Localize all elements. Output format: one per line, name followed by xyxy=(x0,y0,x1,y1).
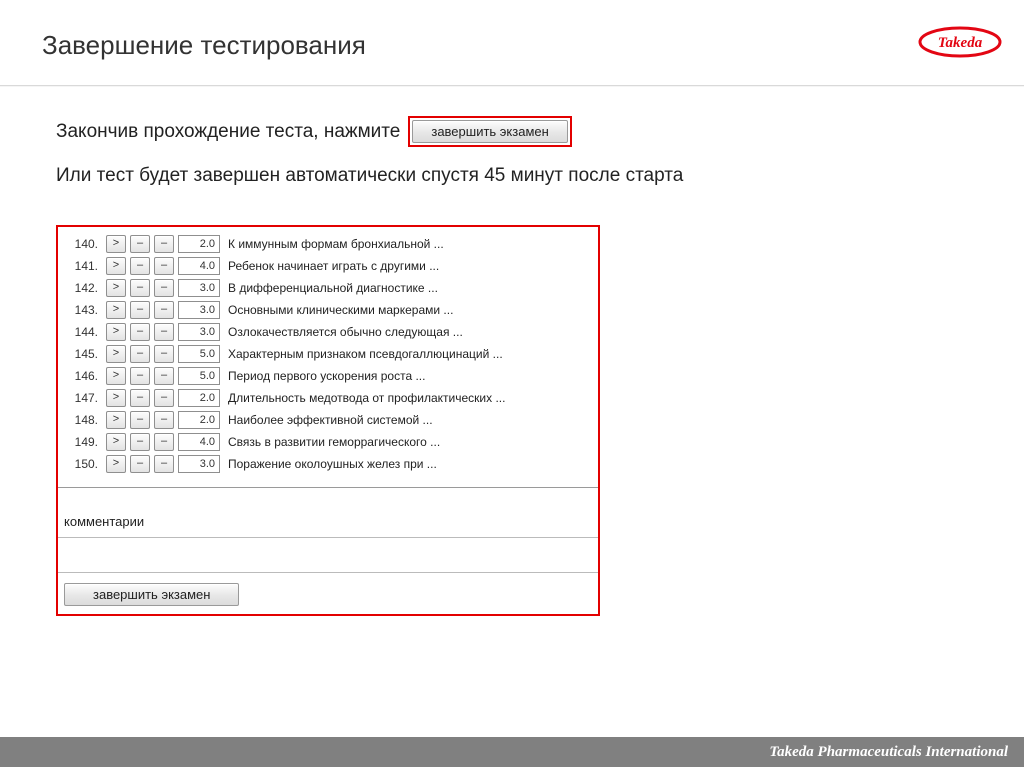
minus-button[interactable]: – xyxy=(154,389,174,407)
minus-button[interactable]: – xyxy=(154,323,174,341)
minus-button[interactable]: – xyxy=(130,323,150,341)
question-text: В дифференциальной диагностике ... xyxy=(224,281,438,295)
chevron-icon[interactable]: > xyxy=(106,257,126,275)
page-title: Завершение тестирования xyxy=(42,30,366,61)
slide-content: Закончив прохождение теста, нажмите заве… xyxy=(0,86,1024,616)
minus-button[interactable]: – xyxy=(130,389,150,407)
minus-button[interactable]: – xyxy=(130,257,150,275)
question-row: 150.>––3.0Поражение околоушных желез при… xyxy=(64,453,592,475)
score-value[interactable]: 3.0 xyxy=(178,301,220,319)
minus-button[interactable]: – xyxy=(130,235,150,253)
minus-button[interactable]: – xyxy=(154,301,174,319)
question-number: 142. xyxy=(64,281,102,295)
chevron-icon[interactable]: > xyxy=(106,455,126,473)
question-text: Поражение околоушных желез при ... xyxy=(224,457,437,471)
intro-line-2: Или тест будет завершен автоматически сп… xyxy=(56,165,1024,187)
minus-button[interactable]: – xyxy=(154,257,174,275)
intro-line-1: Закончив прохождение теста, нажмите заве… xyxy=(56,116,1024,147)
score-value[interactable]: 2.0 xyxy=(178,235,220,253)
question-text: Длительность медотвода от профилактическ… xyxy=(224,391,505,405)
question-number: 149. xyxy=(64,435,102,449)
score-value[interactable]: 4.0 xyxy=(178,433,220,451)
bottom-bar: Takeda Pharmaceuticals International xyxy=(0,737,1024,767)
minus-button[interactable]: – xyxy=(130,455,150,473)
question-number: 140. xyxy=(64,237,102,251)
question-row: 142.>––3.0В дифференциальной диагностике… xyxy=(64,277,592,299)
score-value[interactable]: 2.0 xyxy=(178,389,220,407)
takeda-logo: Takeda xyxy=(916,22,1004,67)
minus-button[interactable]: – xyxy=(154,433,174,451)
score-value[interactable]: 3.0 xyxy=(178,279,220,297)
question-row: 145.>––5.0Характерным признаком псевдога… xyxy=(64,343,592,365)
question-text: Связь в развитии геморрагического ... xyxy=(224,435,440,449)
comments-label: комментарии xyxy=(58,488,598,537)
chevron-icon[interactable]: > xyxy=(106,323,126,341)
minus-button[interactable]: – xyxy=(154,279,174,297)
footer-text: Takeda Pharmaceuticals International xyxy=(769,744,1008,761)
question-row: 147.>––2.0Длительность медотвода от проф… xyxy=(64,387,592,409)
score-value[interactable]: 5.0 xyxy=(178,345,220,363)
question-number: 148. xyxy=(64,413,102,427)
question-number: 150. xyxy=(64,457,102,471)
minus-button[interactable]: – xyxy=(154,411,174,429)
minus-button[interactable]: – xyxy=(130,411,150,429)
finish-exam-button[interactable]: завершить экзамен xyxy=(64,583,239,606)
minus-button[interactable]: – xyxy=(130,367,150,385)
question-number: 145. xyxy=(64,347,102,361)
minus-button[interactable]: – xyxy=(154,455,174,473)
chevron-icon[interactable]: > xyxy=(106,367,126,385)
question-number: 147. xyxy=(64,391,102,405)
question-row: 143.>––3.0Основными клиническими маркера… xyxy=(64,299,592,321)
score-value[interactable]: 3.0 xyxy=(178,323,220,341)
chevron-icon[interactable]: > xyxy=(106,433,126,451)
logo-text: Takeda xyxy=(938,35,983,51)
finish-exam-button-inline[interactable]: завершить экзамен xyxy=(412,120,567,143)
question-text: Озлокачествляется обычно следующая ... xyxy=(224,325,463,339)
chevron-icon[interactable]: > xyxy=(106,235,126,253)
minus-button[interactable]: – xyxy=(130,345,150,363)
question-row: 148.>––2.0Наиболее эффективной системой … xyxy=(64,409,592,431)
score-value[interactable]: 2.0 xyxy=(178,411,220,429)
question-row: 144.>––3.0Озлокачествляется обычно следу… xyxy=(64,321,592,343)
minus-button[interactable]: – xyxy=(154,235,174,253)
questions-list: 140.>––2.0К иммунным формам бронхиальной… xyxy=(58,227,598,477)
score-value[interactable]: 5.0 xyxy=(178,367,220,385)
question-row: 146.>––5.0Период первого ускорения роста… xyxy=(64,365,592,387)
slide-header: Завершение тестирования Takeda xyxy=(0,0,1024,86)
question-text: Наиболее эффективной системой ... xyxy=(224,413,433,427)
question-row: 140.>––2.0К иммунным формам бронхиальной… xyxy=(64,233,592,255)
question-number: 141. xyxy=(64,259,102,273)
chevron-icon[interactable]: > xyxy=(106,389,126,407)
question-text: Ребенок начинает играть с другими ... xyxy=(224,259,439,273)
chevron-icon[interactable]: > xyxy=(106,279,126,297)
questions-panel: 140.>––2.0К иммунным формам бронхиальной… xyxy=(56,225,600,616)
question-row: 141.>––4.0Ребенок начинает играть с друг… xyxy=(64,255,592,277)
question-text: К иммунным формам бронхиальной ... xyxy=(224,237,444,251)
minus-button[interactable]: – xyxy=(130,433,150,451)
finish-button-highlight: завершить экзамен xyxy=(408,116,571,147)
minus-button[interactable]: – xyxy=(130,301,150,319)
intro-prefix: Закончив прохождение теста, нажмите xyxy=(56,121,400,143)
question-text: Характерным признаком псевдогаллюцинаций… xyxy=(224,347,503,361)
score-value[interactable]: 3.0 xyxy=(178,455,220,473)
panel-footer: завершить экзамен xyxy=(58,573,598,614)
chevron-icon[interactable]: > xyxy=(106,301,126,319)
question-row: 149.>––4.0Связь в развитии геморрагическ… xyxy=(64,431,592,453)
question-text: Основными клиническими маркерами ... xyxy=(224,303,453,317)
minus-button[interactable]: – xyxy=(154,367,174,385)
minus-button[interactable]: – xyxy=(154,345,174,363)
chevron-icon[interactable]: > xyxy=(106,345,126,363)
question-number: 143. xyxy=(64,303,102,317)
question-number: 146. xyxy=(64,369,102,383)
chevron-icon[interactable]: > xyxy=(106,411,126,429)
minus-button[interactable]: – xyxy=(130,279,150,297)
question-text: Период первого ускорения роста ... xyxy=(224,369,425,383)
question-number: 144. xyxy=(64,325,102,339)
score-value[interactable]: 4.0 xyxy=(178,257,220,275)
comments-textarea[interactable] xyxy=(58,537,598,573)
